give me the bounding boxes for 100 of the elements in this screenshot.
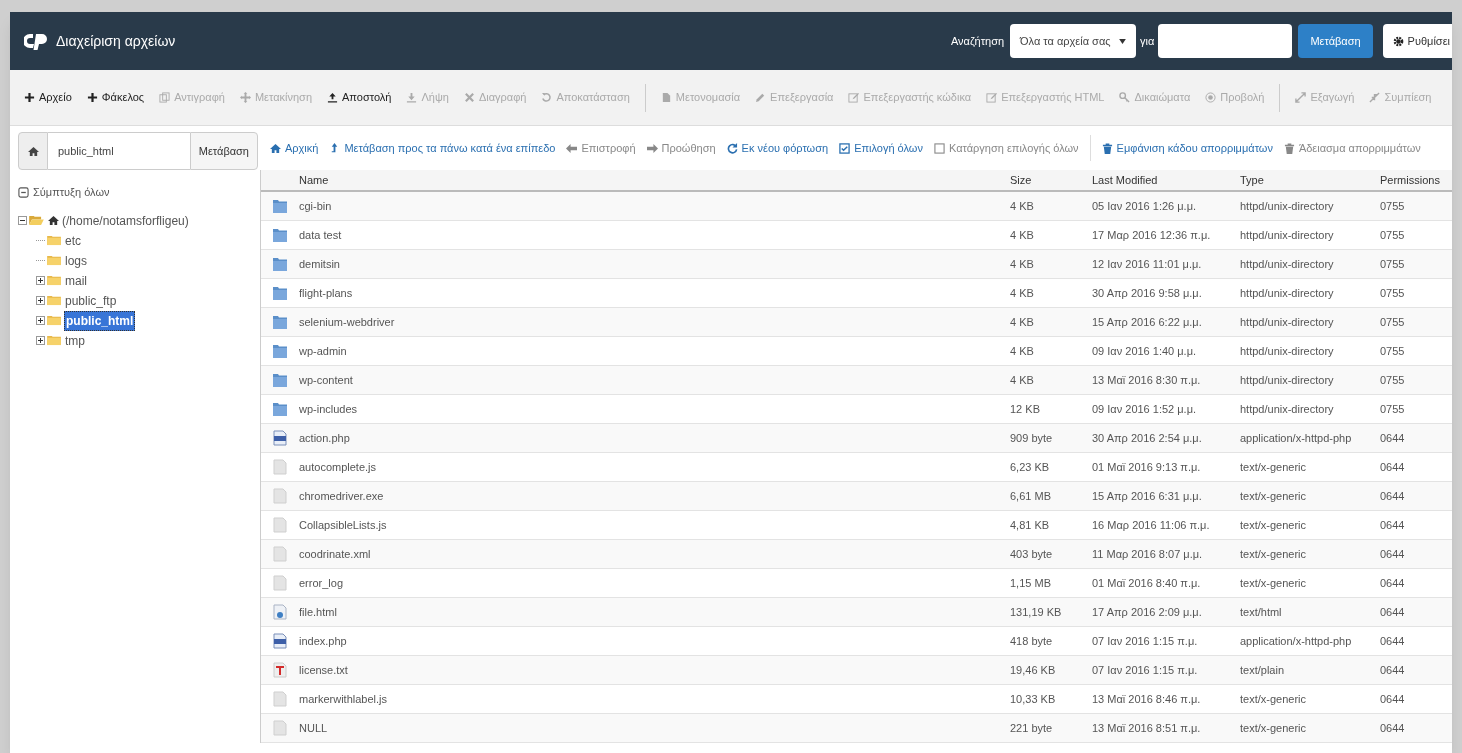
expand-toggle-icon[interactable]: [36, 276, 45, 285]
search-scope-select[interactable]: Όλα τα αρχεία σας: [1010, 24, 1137, 58]
eye-icon: [1205, 92, 1217, 103]
file-name[interactable]: file.html: [299, 603, 1010, 621]
mime-type: text/x-generic: [1240, 517, 1308, 533]
expand-toggle-icon[interactable]: [36, 296, 45, 305]
nav-link[interactable]: Αρχική: [270, 139, 319, 157]
checkbox-icon: [933, 142, 945, 154]
tree-item[interactable]: etc: [64, 231, 82, 250]
permissions: 0755: [1380, 401, 1406, 417]
file-name[interactable]: coodrinate.xml: [299, 545, 1010, 563]
modified-date: 09 Ιαν 2016 1:40 μ.μ.: [1092, 343, 1198, 359]
path-field[interactable]: public_html: [48, 132, 190, 170]
upload-icon: [327, 92, 339, 103]
mime-type: text/x-generic: [1240, 691, 1308, 707]
tree-item[interactable]: (/home/notamsforfligeu): [61, 211, 190, 230]
modified-date: 17 Απρ 2016 2:09 μ.μ.: [1092, 604, 1203, 620]
nav-link[interactable]: Εκ νέου φόρτωση: [726, 139, 829, 157]
file-name[interactable]: selenium-webdriver: [299, 313, 1010, 331]
file-name[interactable]: error_log: [299, 574, 1010, 592]
expand-toggle-icon[interactable]: [36, 336, 45, 345]
tree-item[interactable]: logs: [64, 251, 88, 270]
file-name[interactable]: index.php: [299, 632, 1010, 650]
modified-date: 15 Απρ 2016 6:22 μ.μ.: [1092, 314, 1203, 330]
file-name[interactable]: license.txt: [299, 661, 1010, 679]
folder-icon: [47, 255, 62, 266]
app-title: Διαχείριση αρχείων: [56, 31, 176, 51]
modified-date: 30 Απρ 2016 2:54 μ.μ.: [1092, 430, 1203, 446]
nav-link[interactable]: Μετάβαση προς τα πάνω κατά ένα επίπεδο: [329, 139, 556, 157]
column-header[interactable]: Name: [299, 171, 1010, 189]
folder-icon: [273, 285, 287, 301]
file-name[interactable]: autocomplete.js: [299, 458, 1010, 476]
trash-icon: [1101, 142, 1113, 154]
plus-icon: [24, 92, 35, 103]
permissions: 0755: [1380, 372, 1406, 388]
modified-date: 05 Ιαν 2016 1:26 μ.μ.: [1092, 198, 1198, 214]
file-name[interactable]: CollapsibleLists.js: [299, 516, 1010, 534]
permissions: 0755: [1380, 227, 1406, 243]
folder-icon: [273, 372, 287, 388]
file-name[interactable]: data test: [299, 226, 1010, 244]
file-name[interactable]: flight-plans: [299, 284, 1010, 302]
file-size: 4 KB: [1010, 372, 1035, 388]
column-header[interactable]: Size: [1010, 171, 1092, 189]
go-button[interactable]: Μετάβαση: [1298, 24, 1373, 58]
modified-date: 01 Μαϊ 2016 8:40 π.μ.: [1092, 575, 1202, 591]
collapse-all-button[interactable]: Σύμπτυξη όλων: [18, 184, 110, 201]
permissions: 0644: [1380, 430, 1406, 446]
tree-item[interactable]: public_html: [64, 310, 136, 331]
file-name[interactable]: chromedriver.exe: [299, 487, 1010, 505]
back-arrow-icon: [566, 142, 578, 154]
file-name[interactable]: cgi-bin: [299, 197, 1010, 215]
expand-toggle-icon[interactable]: [36, 316, 45, 325]
settings-button[interactable]: Ρυθμίσει: [1382, 24, 1452, 58]
collapse-toggle-icon[interactable]: [18, 216, 27, 225]
file-size: 19,46 KB: [1010, 662, 1057, 678]
tree-item[interactable]: mail: [64, 271, 88, 290]
file-size: 6,23 KB: [1010, 459, 1051, 475]
home-button[interactable]: [18, 132, 48, 170]
toolbar-button[interactable]: Φάκελος: [86, 89, 145, 106]
file-icon: [273, 517, 287, 533]
file-name[interactable]: markerwithlabel.js: [299, 690, 1010, 708]
toolbar-button[interactable]: Αρχείο: [24, 89, 72, 106]
file-size: 418 byte: [1010, 633, 1054, 649]
trash-icon: [1283, 142, 1295, 154]
modified-date: 13 Μαϊ 2016 8:46 π.μ.: [1092, 691, 1202, 707]
mime-type: application/x-httpd-php: [1240, 430, 1353, 446]
permissions: 0644: [1380, 575, 1406, 591]
mime-type: text/x-generic: [1240, 488, 1308, 504]
collapse-icon: [18, 186, 29, 198]
permissions: 0644: [1380, 720, 1406, 736]
column-header[interactable]: Type: [1240, 171, 1380, 189]
modified-date: 01 Μαϊ 2016 9:13 π.μ.: [1092, 459, 1202, 475]
tree-item[interactable]: public_ftp: [64, 291, 118, 310]
undo-icon: [541, 92, 553, 103]
file-name[interactable]: wp-content: [299, 371, 1010, 389]
column-header[interactable]: Permissions: [1380, 171, 1452, 189]
tree-item[interactable]: tmp: [64, 331, 86, 350]
search-field[interactable]: [1158, 24, 1293, 58]
column-header[interactable]: Last Modified: [1092, 171, 1240, 189]
file-icon: [660, 92, 672, 103]
path-go-button[interactable]: Μετάβαση: [189, 132, 258, 170]
mime-type: text/x-generic: [1240, 546, 1308, 562]
file-name[interactable]: action.php: [299, 429, 1010, 447]
file-name[interactable]: NULL: [299, 719, 1010, 737]
toolbar-button[interactable]: Αποστολή: [327, 89, 392, 106]
mime-type: text/x-generic: [1240, 575, 1308, 591]
file-name[interactable]: wp-admin: [299, 342, 1010, 360]
modified-date: 13 Μαϊ 2016 8:30 π.μ.: [1092, 372, 1202, 388]
permissions: 0644: [1380, 459, 1406, 475]
nav-link[interactable]: Επιλογή όλων: [839, 139, 923, 157]
file-name[interactable]: demitsin: [299, 255, 1010, 273]
download-icon: [406, 92, 418, 103]
modified-date: 07 Ιαν 2016 1:15 π.μ.: [1092, 662, 1199, 678]
nav-link[interactable]: Εμφάνιση κάδου απορριμμάτων: [1101, 139, 1273, 157]
file-size: 4 KB: [1010, 256, 1035, 272]
folder-icon: [273, 343, 287, 359]
folder-icon: [273, 314, 287, 330]
mime-type: httpd/unix-directory: [1240, 343, 1335, 359]
file-name[interactable]: wp-includes: [299, 400, 1010, 418]
modified-date: 11 Μαρ 2016 8:07 μ.μ.: [1092, 546, 1204, 562]
